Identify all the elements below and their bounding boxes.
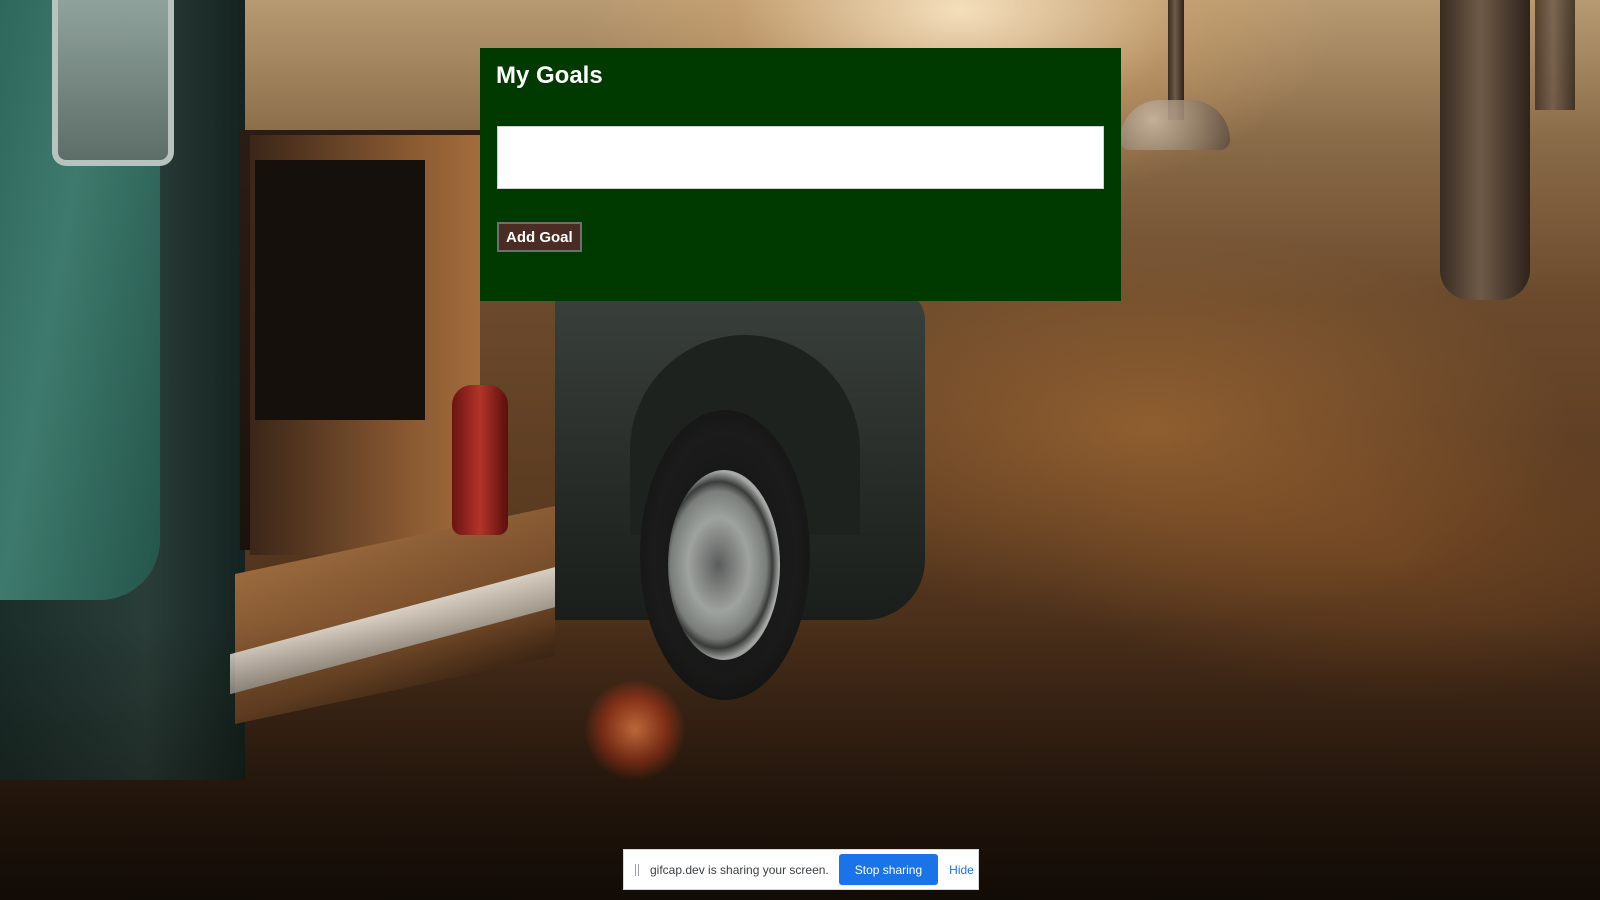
screen-share-bar: gifcap.dev is sharing your screen. Stop … xyxy=(623,849,979,890)
goal-input[interactable] xyxy=(497,126,1104,189)
rock-pile xyxy=(1120,100,1230,150)
tree-trunk xyxy=(1440,0,1530,300)
van-door-window xyxy=(52,0,174,166)
add-goal-button[interactable]: Add Goal xyxy=(497,222,582,252)
goals-panel: My Goals Add Goal xyxy=(480,48,1121,301)
share-message: gifcap.dev is sharing your screen. xyxy=(650,862,829,877)
fire-extinguisher xyxy=(452,385,508,535)
goals-title: My Goals xyxy=(496,62,603,89)
grip-icon[interactable] xyxy=(632,863,642,876)
stop-sharing-button[interactable]: Stop sharing xyxy=(838,854,939,885)
tree-trunk xyxy=(1535,0,1575,110)
hide-link[interactable]: Hide xyxy=(949,863,974,877)
page: My Goals Add Goal gifcap.dev is sharing … xyxy=(0,0,1600,900)
van-cabinet-opening xyxy=(255,160,425,420)
